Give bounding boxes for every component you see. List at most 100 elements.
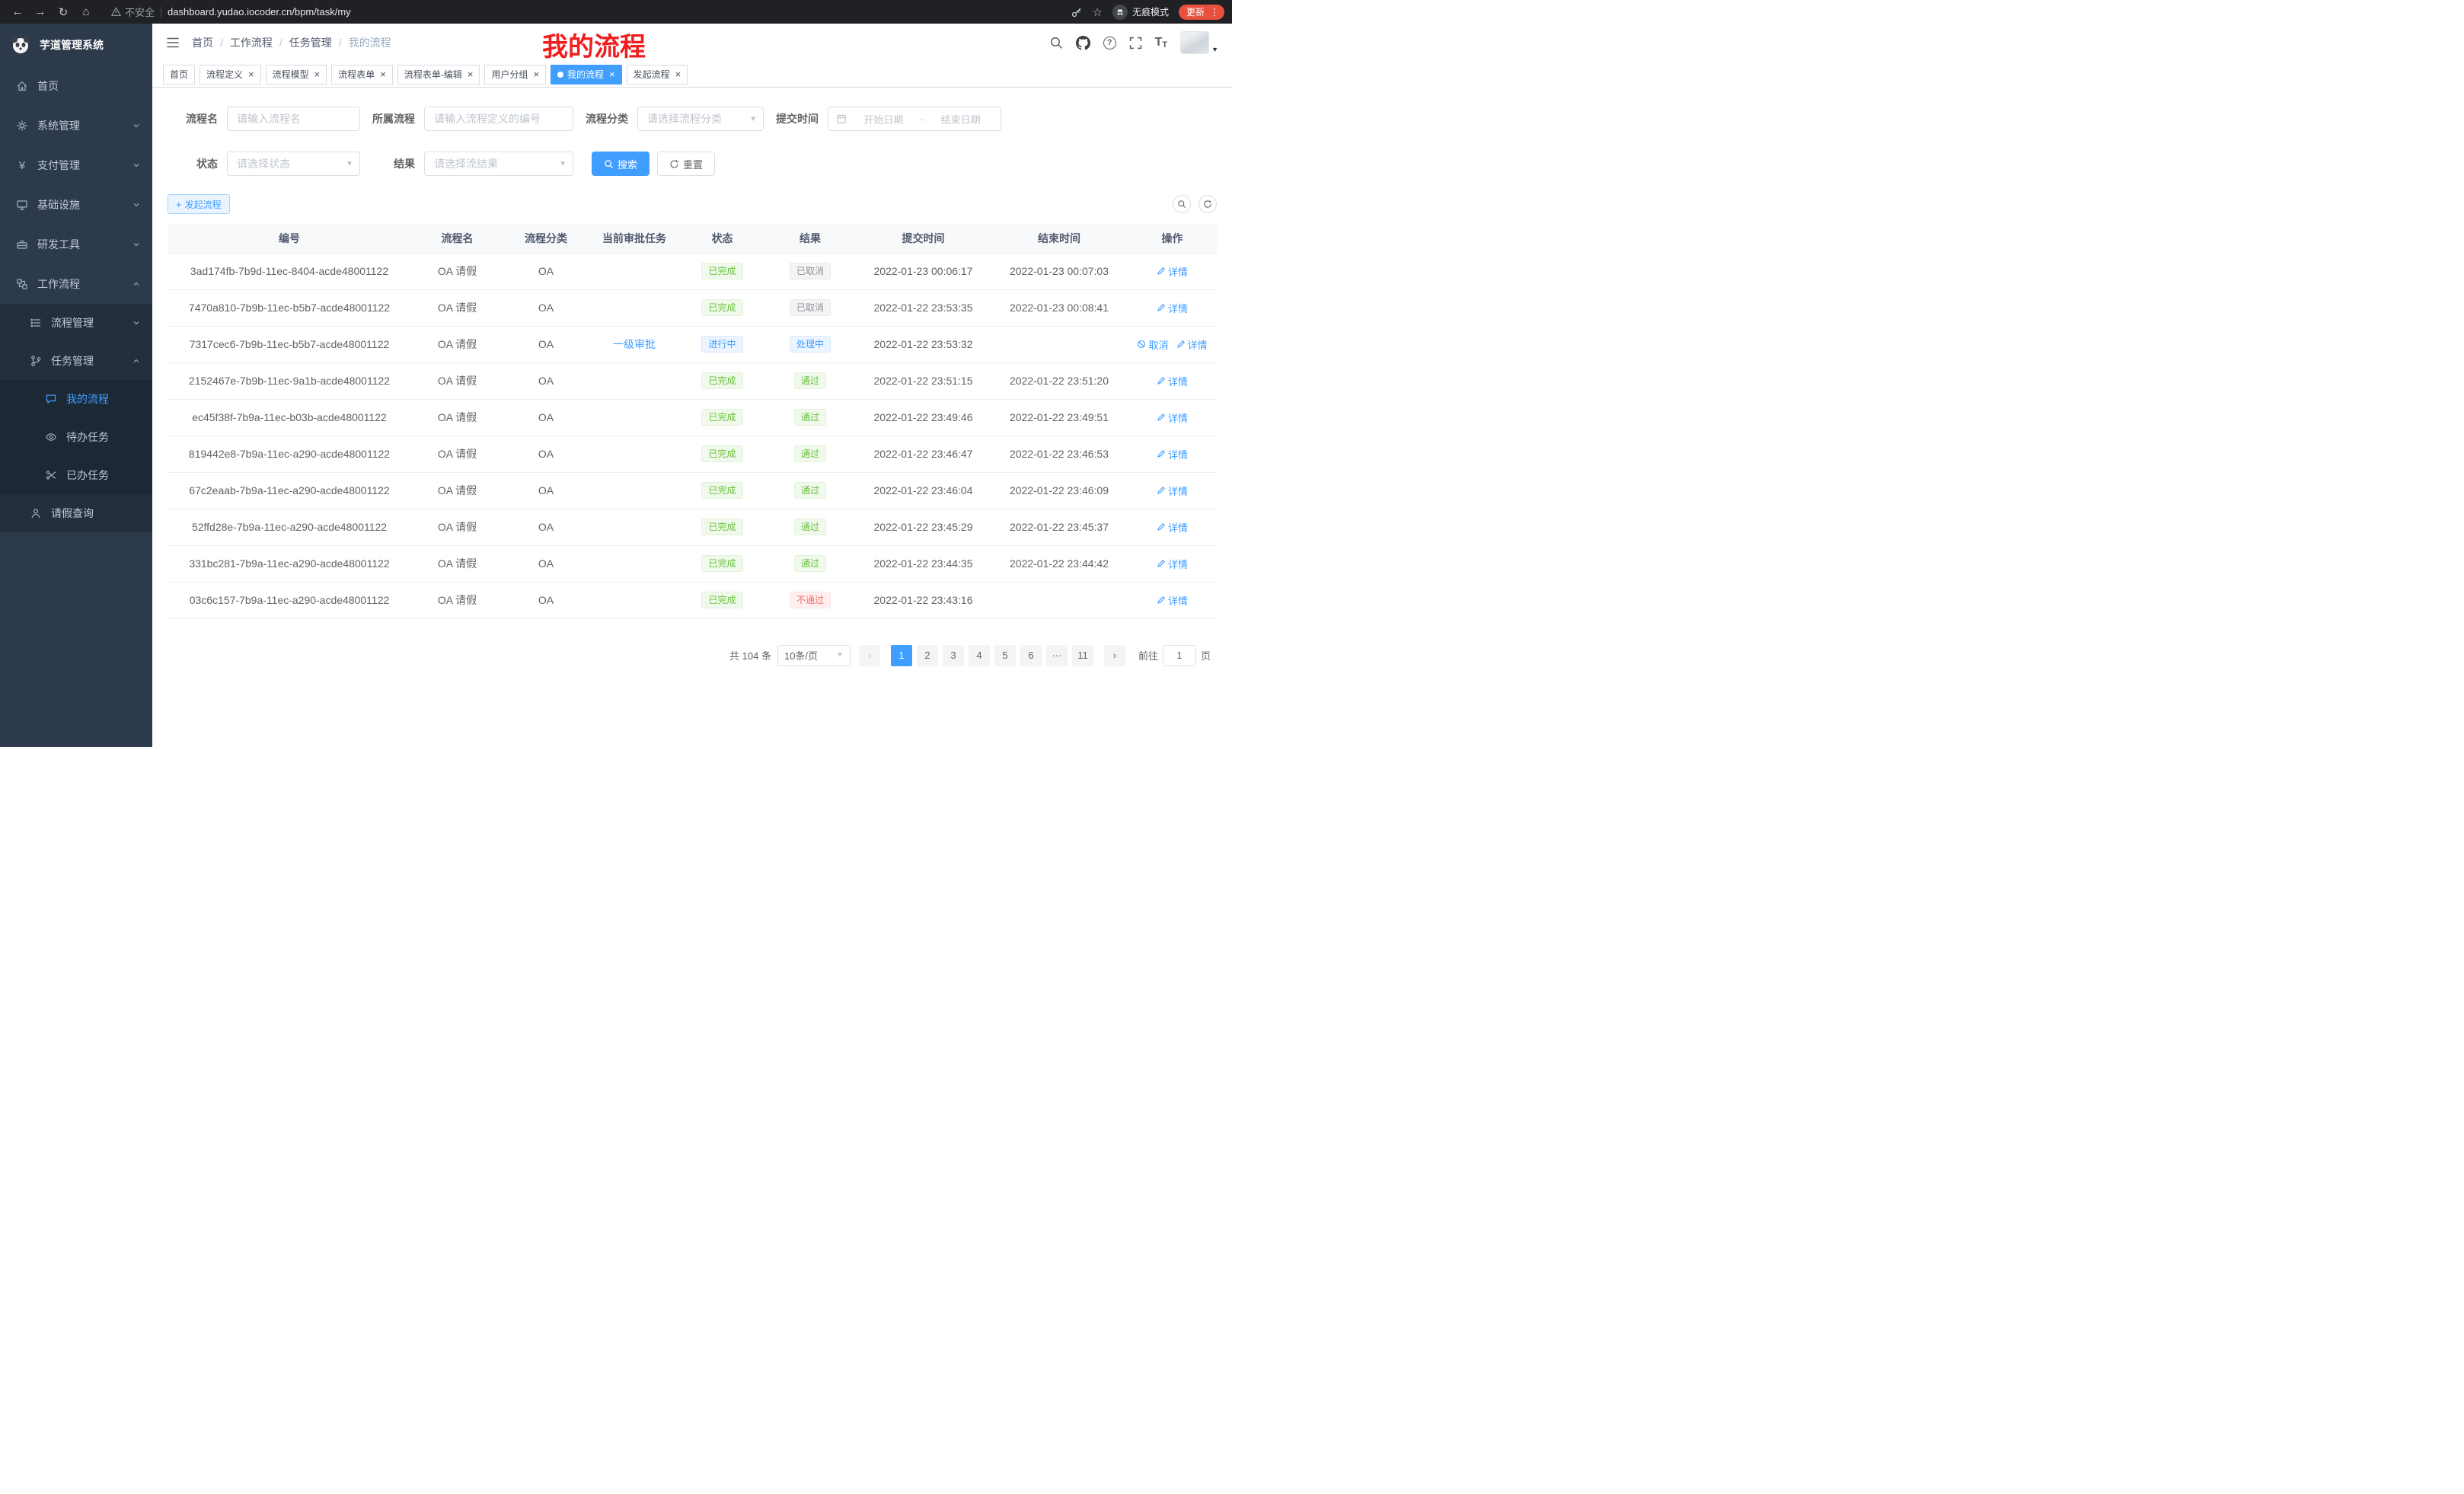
page-button[interactable]: 1 [891, 645, 912, 666]
detail-link[interactable]: 详情 [1157, 593, 1188, 608]
sidebar-item[interactable]: 流程管理 [0, 304, 152, 342]
sidebar-item[interactable]: 任务管理 [0, 342, 152, 380]
category-select[interactable]: 请选择流程分类 ▼ [637, 107, 764, 131]
detail-link[interactable]: 详情 [1157, 447, 1188, 461]
cell-end-time: 2022-01-22 23:51:20 [991, 362, 1128, 399]
result-select[interactable]: 请选择流结果 ▼ [424, 152, 573, 176]
search-button[interactable]: 搜索 [592, 152, 650, 176]
tab-item[interactable]: 发起流程× [627, 65, 688, 85]
sidebar-item[interactable]: 基础设施 [0, 185, 152, 225]
page-button[interactable]: 5 [994, 645, 1016, 666]
user-avatar[interactable]: ▼ [1180, 31, 1218, 54]
branch-icon [29, 355, 43, 367]
table-row: 7317cec6-7b9b-11ec-b5b7-acde48001122OA 请… [168, 326, 1217, 362]
tab-item[interactable]: 用户分组× [484, 65, 546, 85]
detail-link[interactable]: 详情 [1176, 337, 1208, 352]
forward-button[interactable]: → [30, 2, 50, 22]
breadcrumb-item[interactable]: 工作流程 [230, 35, 273, 50]
page-button[interactable]: 11 [1072, 645, 1093, 666]
breadcrumb-item[interactable]: 首页 [192, 35, 213, 50]
browser-menu-icon[interactable]: ⋮ [1210, 7, 1220, 18]
sidebar-item[interactable]: 我的流程 [0, 380, 152, 418]
sidebar-item[interactable]: 已办任务 [0, 456, 152, 494]
home-button[interactable]: ⌂ [76, 2, 96, 22]
detail-link[interactable]: 详情 [1157, 410, 1188, 425]
gear-icon [15, 120, 29, 132]
cell-category: OA [503, 289, 589, 326]
date-range-picker[interactable]: 开始日期 - 结束日期 [828, 107, 1001, 131]
table-refresh-button[interactable] [1198, 195, 1217, 213]
back-button[interactable]: ← [8, 2, 27, 22]
help-icon[interactable]: ? [1103, 37, 1116, 49]
github-icon[interactable] [1076, 36, 1090, 50]
detail-link[interactable]: 详情 [1157, 520, 1188, 535]
breadcrumb-item[interactable]: 任务管理 [289, 35, 332, 50]
task-link[interactable]: 一级审批 [613, 338, 656, 350]
tab-item[interactable]: 首页 [163, 65, 195, 85]
detail-link[interactable]: 详情 [1157, 484, 1188, 498]
page-button[interactable]: 6 [1020, 645, 1042, 666]
status-select[interactable]: 请选择状态 ▼ [227, 152, 360, 176]
update-button[interactable]: 更新 ⋮ [1179, 5, 1224, 20]
cancel-link[interactable]: 取消 [1137, 337, 1168, 352]
sidebar-item[interactable]: 工作流程 [0, 264, 152, 304]
detail-link[interactable]: 详情 [1157, 374, 1188, 388]
detail-link[interactable]: 详情 [1157, 264, 1188, 279]
filter-row-2: 状态 请选择状态 ▼ 结果 请选择流结果 ▼ 搜索 [168, 152, 1217, 176]
tab-item[interactable]: 流程表单× [331, 65, 393, 85]
page-ellipsis[interactable]: ··· [1046, 645, 1068, 666]
goto-page-input[interactable] [1163, 645, 1196, 666]
parent-process-input[interactable] [424, 107, 573, 131]
process-name-input[interactable] [227, 107, 360, 131]
table-row: 7470a810-7b9b-11ec-b5b7-acde48001122OA 请… [168, 289, 1217, 326]
tab-item[interactable]: 流程定义× [199, 65, 261, 85]
sidebar-item[interactable]: ¥支付管理 [0, 145, 152, 185]
cell-result: 处理中 [764, 326, 856, 362]
close-icon[interactable]: × [468, 69, 474, 79]
next-page-button[interactable]: › [1104, 645, 1125, 666]
font-size-icon[interactable]: TT [1155, 36, 1168, 49]
sidebar-item[interactable]: 研发工具 [0, 225, 152, 264]
close-icon[interactable]: × [248, 69, 254, 79]
warning-icon [111, 7, 121, 17]
page-button[interactable]: 3 [943, 645, 964, 666]
cell-actions: 详情 [1128, 472, 1217, 509]
cell-actions: 详情 [1128, 253, 1217, 289]
page-size-select[interactable]: 10条/页 ▼ [777, 645, 851, 666]
browser-chrome: ← → ↻ ⌂ 不安全 dashboard.yudao.iocoder.cn/b… [0, 0, 1232, 24]
detail-link[interactable]: 详情 [1157, 301, 1188, 315]
page-button[interactable]: 4 [969, 645, 990, 666]
sidebar-item[interactable]: 系统管理 [0, 106, 152, 145]
detail-link[interactable]: 详情 [1157, 557, 1188, 571]
close-icon[interactable]: × [314, 69, 321, 79]
workflow-icon [15, 278, 29, 290]
sidebar-item[interactable]: 待办任务 [0, 418, 152, 456]
cell-process-name: OA 请假 [411, 326, 503, 362]
close-icon[interactable]: × [675, 69, 681, 79]
reload-button[interactable]: ↻ [53, 2, 73, 22]
table-row: ec45f38f-7b9a-11ec-b03b-acde48001122OA 请… [168, 399, 1217, 436]
prev-page-button[interactable]: ‹ [859, 645, 880, 666]
column-header: 编号 [168, 224, 411, 253]
close-icon[interactable]: × [380, 69, 386, 79]
status-badge: 进行中 [701, 336, 742, 353]
sidebar-item[interactable]: 首页 [0, 66, 152, 106]
create-process-button[interactable]: + 发起流程 [168, 194, 230, 214]
tab-item[interactable]: 我的流程× [551, 65, 622, 85]
table-search-button[interactable] [1173, 195, 1191, 213]
tab-item[interactable]: 流程表单-编辑× [397, 65, 480, 85]
reset-button[interactable]: 重置 [657, 152, 715, 176]
fullscreen-icon[interactable] [1129, 37, 1142, 49]
calendar-icon [836, 113, 847, 124]
sidebar-item[interactable]: 请假查询 [0, 494, 152, 532]
status-badge: 已完成 [701, 409, 742, 426]
page-button[interactable]: 2 [917, 645, 938, 666]
sidebar-collapse-icon[interactable] [166, 37, 180, 49]
close-icon[interactable]: × [533, 69, 539, 79]
bookmark-star-icon[interactable]: ☆ [1093, 5, 1103, 19]
tab-item[interactable]: 流程模型× [266, 65, 327, 85]
close-icon[interactable]: × [609, 69, 615, 79]
address-bar[interactable]: 不安全 dashboard.yudao.iocoder.cn/bpm/task/… [111, 5, 351, 19]
key-icon[interactable] [1071, 6, 1083, 18]
search-icon[interactable] [1049, 36, 1063, 49]
